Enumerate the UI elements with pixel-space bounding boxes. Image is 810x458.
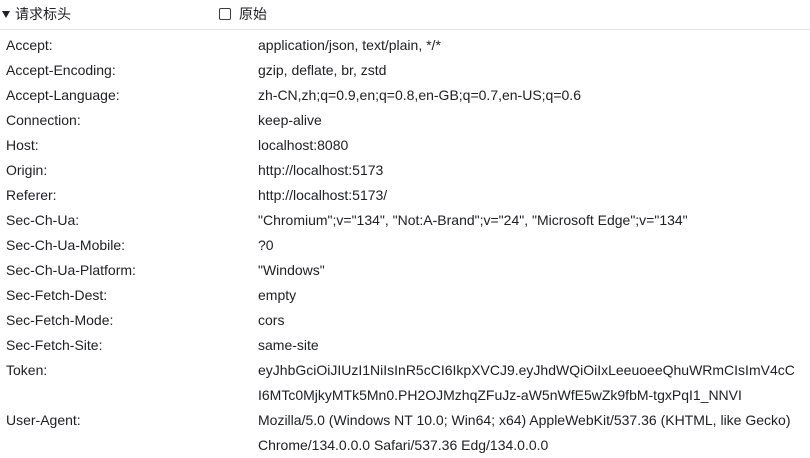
header-row: Sec-Fetch-Site: same-site <box>0 333 810 358</box>
header-name: Accept: <box>6 37 53 53</box>
header-name: Host: <box>6 137 39 153</box>
request-headers-section-header: 请求标头 原始 <box>0 0 810 30</box>
header-name: Sec-Fetch-Dest: <box>6 287 108 303</box>
header-name: Sec-Fetch-Site: <box>6 337 103 353</box>
header-name: Origin: <box>6 162 48 178</box>
header-name: Sec-Ch-Ua-Mobile: <box>6 237 126 253</box>
header-value: cors <box>258 312 285 328</box>
header-row: User-Agent: Mozilla/5.0 (Windows NT 10.0… <box>0 408 810 458</box>
raw-checkbox[interactable] <box>219 8 231 20</box>
header-row: Host: localhost:8080 <box>0 133 810 158</box>
header-row: Origin: http://localhost:5173 <box>0 158 810 183</box>
header-value: same-site <box>258 337 319 353</box>
section-title: 请求标头 <box>15 6 71 22</box>
header-name: Sec-Fetch-Mode: <box>6 312 114 328</box>
header-value: zh-CN,zh;q=0.9,en;q=0.8,en-GB;q=0.7,en-U… <box>258 87 581 103</box>
header-value: gzip, deflate, br, zstd <box>258 62 387 78</box>
header-row: Sec-Fetch-Dest: empty <box>0 283 810 308</box>
header-row: Sec-Fetch-Mode: cors <box>0 308 810 333</box>
header-name: Accept-Language: <box>6 87 120 103</box>
headers-list: Accept: application/json, text/plain, */… <box>0 33 810 458</box>
header-value: empty <box>258 287 297 303</box>
section-collapse-toggle[interactable]: 请求标头 <box>2 4 71 24</box>
raw-label: 原始 <box>239 6 267 22</box>
header-value: Mozilla/5.0 (Windows NT 10.0; Win64; x64… <box>258 412 791 453</box>
header-row: Accept-Encoding: gzip, deflate, br, zstd <box>0 58 810 83</box>
raw-toggle[interactable]: 原始 <box>219 4 267 24</box>
header-name: Token: <box>6 362 48 378</box>
header-value: eyJhbGciOiJIUzI1NiIsInR5cCI6IkpXVCJ9.eyJ… <box>258 362 795 403</box>
header-value: localhost:8080 <box>258 137 349 153</box>
header-row: Token: eyJhbGciOiJIUzI1NiIsInR5cCI6IkpXV… <box>0 358 810 408</box>
header-row: Referer: http://localhost:5173/ <box>0 183 810 208</box>
header-name: Accept-Encoding: <box>6 62 116 78</box>
header-row: Connection: keep-alive <box>0 108 810 133</box>
header-value: http://localhost:5173 <box>258 162 384 178</box>
header-name: Sec-Ch-Ua: <box>6 212 80 228</box>
header-value: keep-alive <box>258 112 322 128</box>
header-row: Sec-Ch-Ua: "Chromium";v="134", "Not:A-Br… <box>0 208 810 233</box>
header-value: http://localhost:5173/ <box>258 187 388 203</box>
header-row: Accept: application/json, text/plain, */… <box>0 33 810 58</box>
header-name: Connection: <box>6 112 81 128</box>
header-name: Sec-Ch-Ua-Platform: <box>6 262 136 278</box>
header-name: Referer: <box>6 187 57 203</box>
header-value: "Windows" <box>258 262 325 278</box>
triangle-down-icon <box>2 11 10 18</box>
header-row: Sec-Ch-Ua-Platform: "Windows" <box>0 258 810 283</box>
header-row: Sec-Ch-Ua-Mobile: ?0 <box>0 233 810 258</box>
header-value: ?0 <box>258 237 274 253</box>
header-value: application/json, text/plain, */* <box>258 37 441 53</box>
header-row: Accept-Language: zh-CN,zh;q=0.9,en;q=0.8… <box>0 83 810 108</box>
header-value: "Chromium";v="134", "Not:A-Brand";v="24"… <box>258 212 688 228</box>
header-name: User-Agent: <box>6 412 81 428</box>
